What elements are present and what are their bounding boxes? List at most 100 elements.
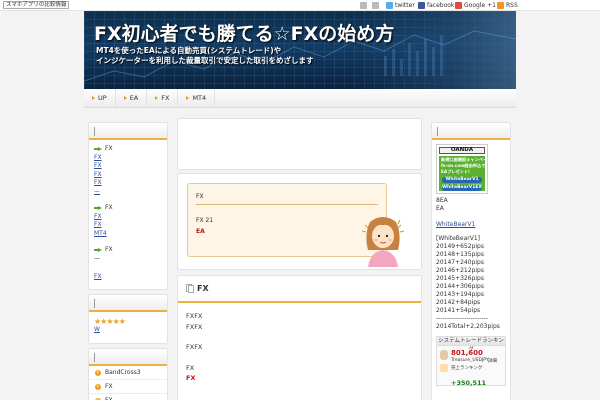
notice-text: FX 21 — [196, 217, 214, 224]
home-icon-link[interactable] — [360, 1, 367, 10]
category-heading: FX — [94, 204, 162, 213]
green-arrow-icon — [94, 205, 102, 211]
pips-stat: 20148+135pips — [436, 251, 484, 258]
ranking-detail: 詳細 — [488, 359, 497, 364]
ea-list-item[interactable]: BandCross3 — [89, 366, 167, 380]
pips-total: 2014Total+2,203pips — [436, 323, 500, 330]
category-link[interactable]: FX — [94, 213, 102, 220]
category-link[interactable]: FX — [94, 273, 102, 280]
widget-title — [89, 123, 167, 140]
ea-list-item[interactable]: FX — [89, 380, 167, 394]
person-icon — [372, 2, 379, 9]
google-plus-icon — [455, 2, 462, 9]
nav-item-fx[interactable]: FX — [147, 88, 179, 108]
left-widget-ea-list: BandCross3 FX FX — [88, 348, 168, 400]
nav-item-ea[interactable]: EA — [116, 88, 148, 108]
ea-list-label: FX — [105, 383, 113, 390]
site-title[interactable]: FX初心者でも勝てる☆FXの始め方 — [94, 19, 394, 46]
whitebear-link[interactable]: WhiteBearV1 — [436, 221, 475, 228]
article-header: FX — [178, 276, 421, 303]
ranking-link[interactable]: W — [94, 326, 100, 333]
category-link[interactable]: FX — [94, 171, 102, 178]
oanda-banner[interactable]: OANDA 新規口座開設キャンペーン fx-on.com経由申込で EAプレゼン… — [436, 144, 491, 194]
category-heading: FX — [94, 145, 162, 154]
category-link[interactable]: FX — [94, 154, 102, 161]
ea-list-label: BandCross3 — [105, 369, 141, 376]
article-line-highlight: FX — [186, 374, 196, 382]
nav-arrow-icon — [123, 96, 127, 100]
rss-icon — [497, 2, 504, 9]
facebook-link[interactable]: facebook — [418, 1, 454, 10]
oanda-pill: WhiteBearV1 — [442, 177, 482, 183]
ea-list-item[interactable]: FX — [89, 394, 167, 400]
category-link[interactable]: FX — [94, 162, 102, 169]
widget-title — [89, 295, 167, 312]
ranking-value2: +350,511 — [451, 379, 487, 387]
category-link[interactable]: — — [94, 188, 100, 195]
rss-label: RSS — [506, 2, 518, 9]
ranking-banner[interactable]: システムトレードランキング 801,600 Treasure_USDJPY 詳細… — [436, 336, 506, 387]
notice-divider — [196, 204, 378, 205]
main-nav: UP EA FX MT4 — [84, 88, 516, 108]
header-banner[interactable]: FX初心者でも勝てる☆FXの始め方 MT4を使ったEAによる自動売買(システムト… — [84, 11, 516, 89]
ad-link[interactable]: スマホアプリの比較情報 — [3, 1, 70, 9]
nav-arrow-icon — [186, 96, 190, 100]
article-line: FX — [186, 363, 195, 372]
site-subtitle: MT4を使ったEAによる自動売買(システムトレード)や インジケーターを利用した… — [96, 46, 314, 66]
top-strip: スマホアプリの比較情報 twitter facebook Google +1 R… — [0, 0, 600, 11]
oanda-banner-body: 新規口座開設キャンペーン fx-on.com経由申込で EAプレゼント! Whi… — [439, 156, 491, 191]
right-widget-ea: OANDA 新規口座開設キャンペーン fx-on.com経由申込で EAプレゼン… — [431, 122, 511, 400]
category-heading: FX — [94, 246, 162, 255]
google-plus-label: Google +1 — [464, 2, 496, 9]
person-icon-link[interactable] — [372, 1, 379, 10]
nav-arrow-icon — [92, 96, 95, 100]
orange-arrow-icon — [95, 383, 101, 390]
rss-link[interactable]: RSS — [497, 1, 518, 10]
nav-item-mt4[interactable]: MT4 — [178, 88, 216, 108]
category-link[interactable]: MT4 — [94, 230, 107, 237]
category-list: FX FX FX FX FX — FX FX FX MT4 FX — FX — [89, 140, 167, 287]
widget-title-bar — [94, 353, 95, 362]
notice-panel: FX FX 21 EA — [187, 183, 387, 257]
ranking-value: 801,600 — [451, 349, 483, 357]
pips-stat: 20145+326pips — [436, 275, 484, 282]
twitter-icon — [386, 2, 393, 9]
pips-stats: [WhiteBearV1] 20149+652pips 20148+135pip… — [436, 235, 506, 331]
pips-stat: 20143+194pips — [436, 291, 484, 298]
pips-stat: 20144+306pips — [436, 283, 484, 290]
nav-item-up[interactable]: UP — [84, 88, 116, 108]
right-sidebar: OANDA 新規口座開設キャンペーン fx-on.com経由申込で EAプレゼン… — [431, 122, 511, 400]
pips-separator: ------------------------ — [436, 315, 488, 322]
facebook-label: facebook — [427, 2, 455, 9]
left-widget-ranking: ★★★★★ W — [88, 294, 168, 344]
category-link[interactable]: FX — [94, 221, 102, 228]
article-card: FX FXFX FXFX FXFX FX FX — [177, 275, 422, 400]
left-widget-categories: FX FX FX FX FX — FX FX FX MT4 FX — FX — [88, 122, 168, 290]
facebook-icon — [418, 2, 425, 9]
article-title[interactable]: FX — [197, 284, 209, 293]
green-arrow-icon — [94, 146, 102, 152]
pips-stat: 20146+212pips — [436, 267, 484, 274]
rating-stars: ★★★★★ — [94, 317, 126, 326]
ranking-badge-icon — [440, 364, 448, 372]
oanda-logo: OANDA — [439, 147, 485, 154]
ea-count-text: 8EA — [436, 197, 448, 204]
site-subtitle-line1: MT4を使ったEAによる自動売買(システムトレード)や — [96, 46, 282, 55]
pips-stat: 20147+240pips — [436, 259, 484, 266]
google-plus-link[interactable]: Google +1 — [455, 1, 496, 10]
pips-stat: 20149+652pips — [436, 243, 484, 250]
oanda-pill: WhiteBearV1EX — [442, 185, 482, 191]
nav-arrow-icon — [155, 96, 159, 100]
pips-stat: 20141+54pips — [436, 307, 481, 314]
category-link[interactable]: FX — [94, 179, 102, 186]
twitter-link[interactable]: twitter — [386, 1, 415, 10]
home-icon — [360, 2, 367, 9]
nav-label: EA — [129, 94, 139, 102]
widget-title — [432, 123, 510, 140]
nav-label: UP — [98, 94, 107, 102]
trader-avatar — [440, 350, 448, 360]
ea-text: EA — [436, 205, 444, 212]
woman-illustration — [361, 217, 405, 267]
ranking-label: Treasure_USDJPY — [451, 358, 489, 363]
widget-title-bar — [94, 127, 95, 136]
